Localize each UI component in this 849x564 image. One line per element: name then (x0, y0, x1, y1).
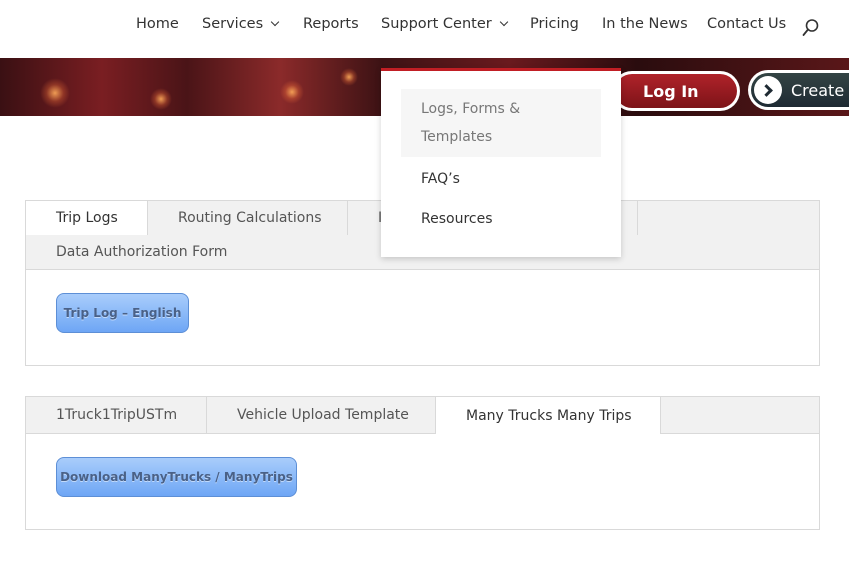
create-account-button[interactable]: Create A (748, 70, 849, 110)
nav-support-center-label: Support Center (381, 16, 492, 32)
search-icon[interactable] (802, 18, 820, 38)
chevron-down-icon (270, 17, 280, 27)
tab-bar: 1Truck1TripUSTm Vehicle Upload Template … (26, 397, 819, 434)
nav-in-the-news[interactable]: In the News (602, 16, 688, 32)
support-center-dropdown: Logs, Forms & Templates FAQ’s Resources (381, 68, 621, 257)
tab-1truck1trip[interactable]: 1Truck1TripUSTm (26, 397, 207, 433)
login-button-label: Log In (615, 74, 737, 108)
nav-services-label: Services (202, 16, 264, 32)
chevron-down-icon (499, 17, 508, 27)
tab-vehicle-upload-template[interactable]: Vehicle Upload Template (207, 397, 436, 433)
tab-trip-logs[interactable]: Trip Logs (26, 201, 148, 235)
nav-pricing[interactable]: Pricing (530, 16, 579, 32)
download-manytrucks-button[interactable]: Download ManyTrucks / ManyTrips (56, 457, 297, 497)
nav-services[interactable]: Services (202, 16, 280, 32)
nav-contact-us[interactable]: Contact Us (707, 16, 786, 32)
tab-many-trucks-many-trips[interactable]: Many Trucks Many Trips (436, 397, 661, 434)
tab-data-authorization-form[interactable]: Data Authorization Form (26, 235, 257, 269)
dropdown-item-resources[interactable]: Resources (401, 205, 601, 233)
many-trucks-tabs: 1Truck1TripUSTm Vehicle Upload Template … (25, 396, 820, 530)
main-navigation: Home Services Reports Support Center Pri… (0, 0, 849, 58)
tab-routing-calculations[interactable]: Routing Calculations (148, 201, 348, 235)
dropdown-item-faqs[interactable]: FAQ’s (401, 165, 601, 193)
dropdown-item-logs-forms-templates[interactable]: Logs, Forms & Templates (401, 89, 601, 157)
nav-support-center[interactable]: Support Center (381, 16, 508, 32)
login-button[interactable]: Log In (612, 71, 740, 111)
nav-reports[interactable]: Reports (303, 16, 359, 32)
chevron-right-icon (754, 76, 782, 104)
trip-log-english-button[interactable]: Trip Log – English (56, 293, 189, 333)
nav-home[interactable]: Home (136, 16, 179, 32)
